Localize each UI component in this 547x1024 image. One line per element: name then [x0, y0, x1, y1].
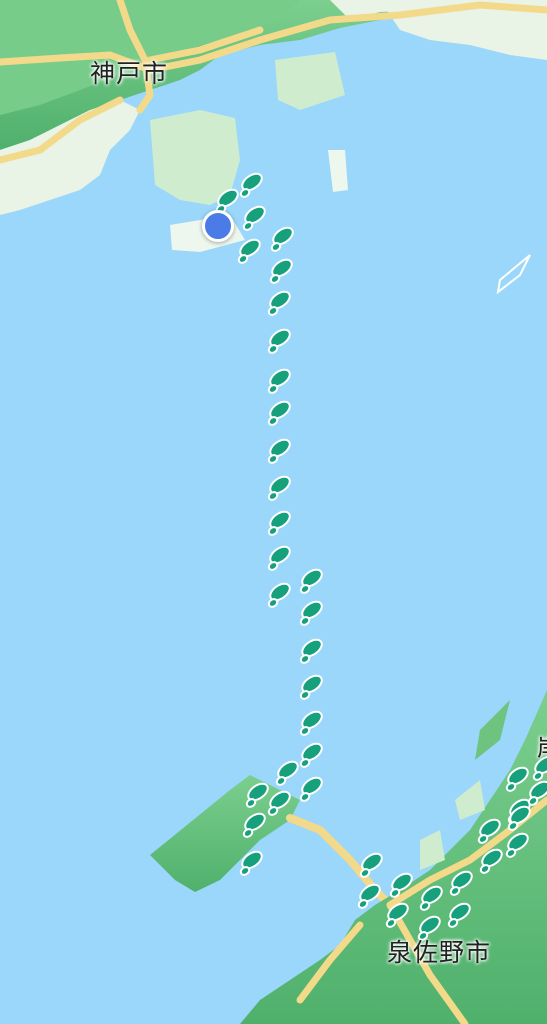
city-label-edge: 岸: [537, 728, 547, 763]
map-canvas[interactable]: [0, 0, 547, 1024]
city-label-kobe: 神戸市: [90, 59, 169, 88]
map-view[interactable]: 神戸市 泉佐野市 岸: [0, 0, 547, 1024]
city-label-izumisano: 泉佐野市: [387, 938, 492, 967]
current-location-dot[interactable]: [202, 210, 234, 242]
